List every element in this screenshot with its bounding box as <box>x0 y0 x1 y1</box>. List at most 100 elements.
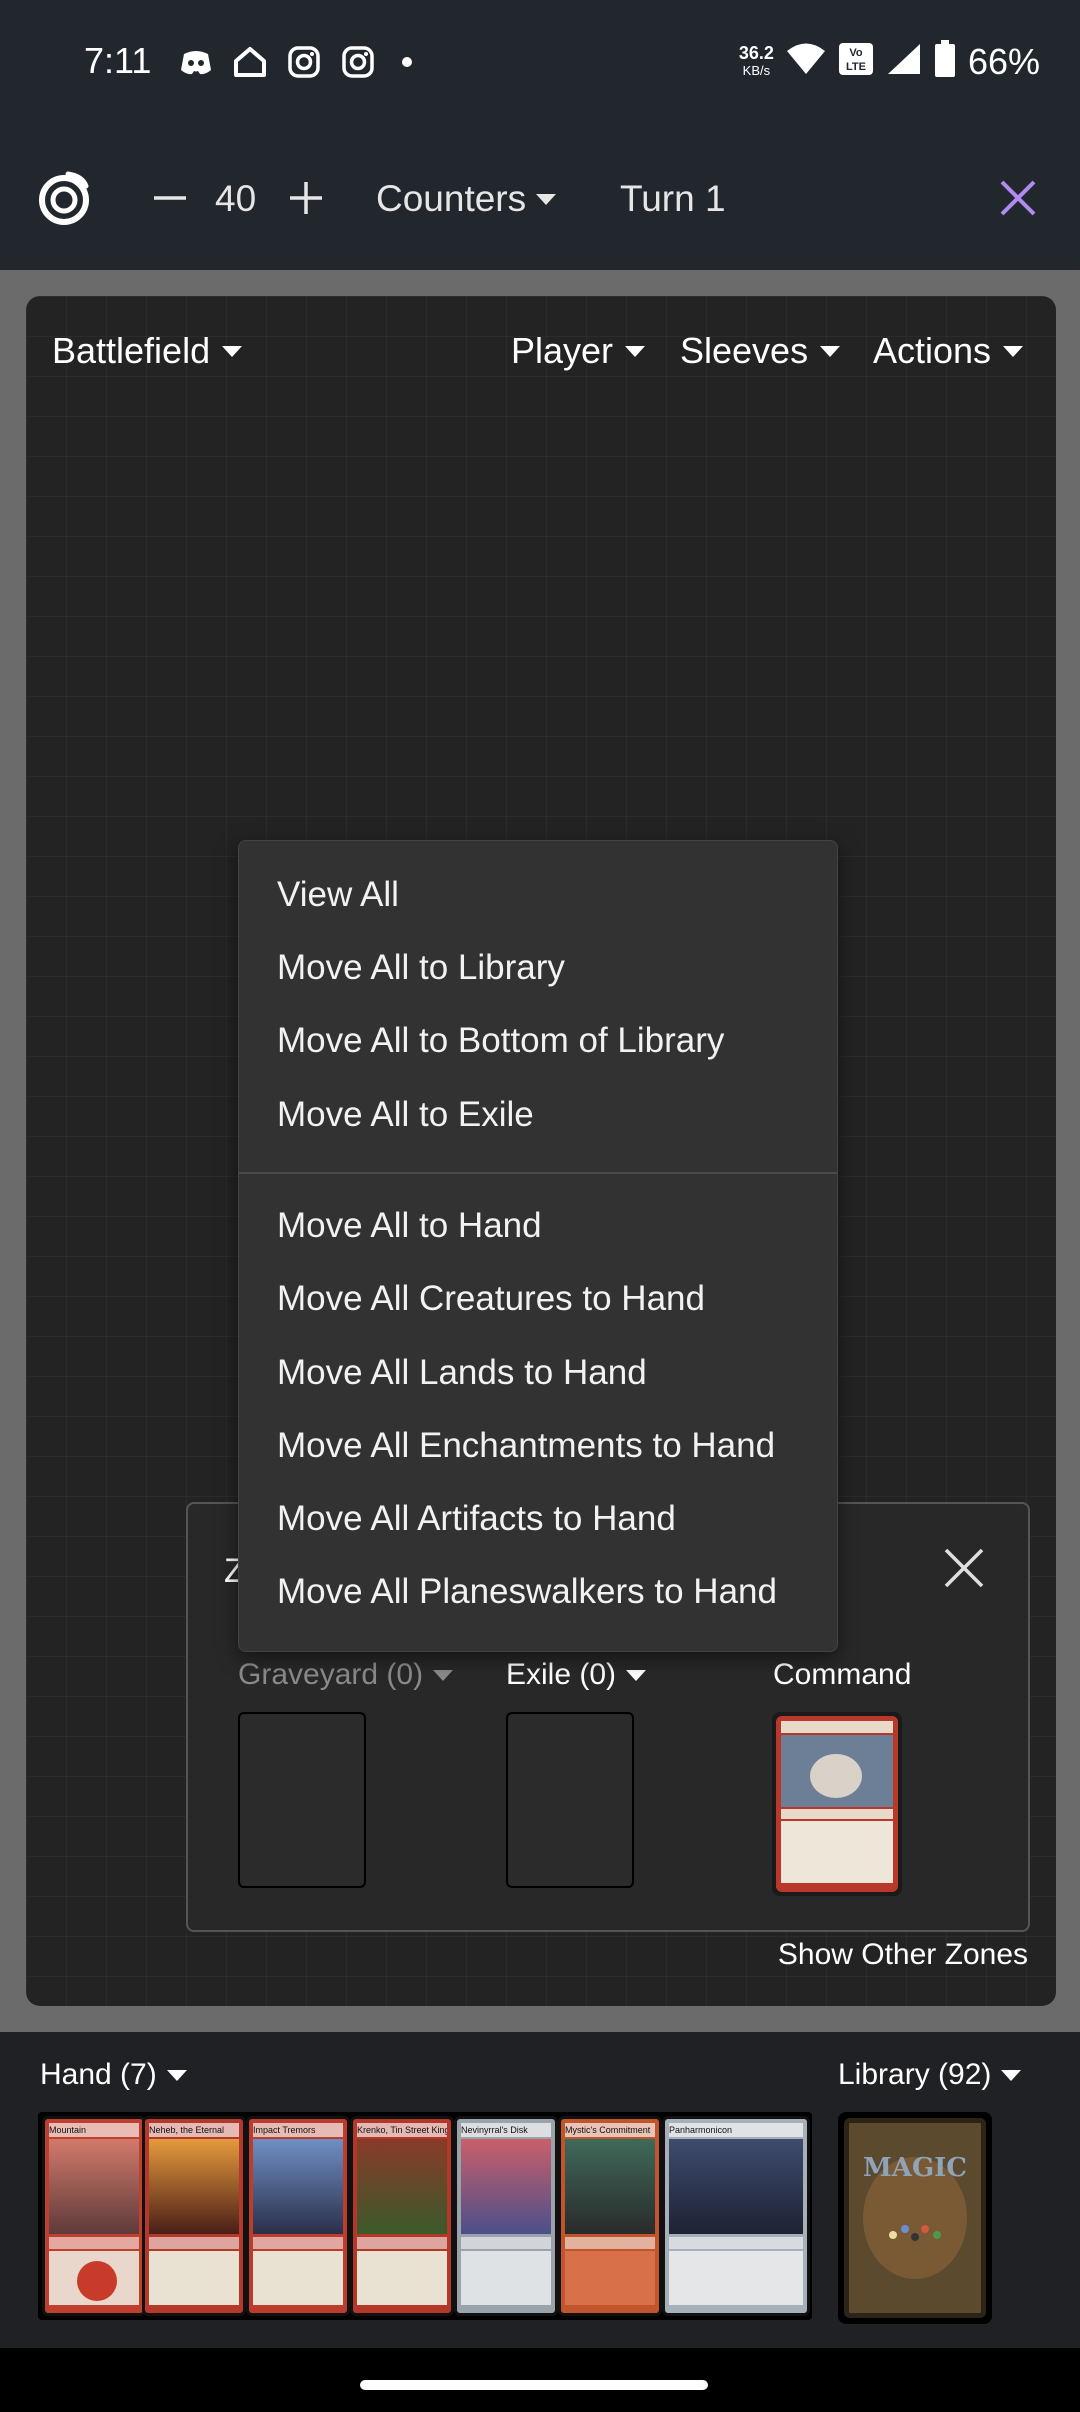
card-name: Mystic's Commitment <box>565 2123 655 2137</box>
card-type-line <box>461 2237 551 2249</box>
home-gesture-handle[interactable] <box>360 2380 708 2390</box>
show-other-zones-link[interactable]: Show Other Zones <box>778 1938 1028 1972</box>
menu-item-move-all-to-bottom-of-library[interactable]: Move All to Bottom of Library <box>277 1021 724 1061</box>
life-minus-button[interactable] <box>150 178 190 218</box>
instagram-icon <box>340 44 376 80</box>
card-text-box <box>357 2251 447 2305</box>
chevron-down-icon <box>1003 345 1024 357</box>
chevron-down-icon <box>166 2069 187 2081</box>
actions-label: Actions <box>873 330 992 371</box>
chevron-down-icon <box>536 193 557 205</box>
player-label: Player <box>511 330 614 371</box>
graveyard-slot[interactable] <box>238 1712 366 1888</box>
card-name: Mountain <box>49 2123 139 2137</box>
graveyard-dropdown[interactable]: Graveyard (0) <box>238 1658 454 1692</box>
discord-icon <box>178 44 214 80</box>
life-plus-button[interactable] <box>286 178 326 218</box>
hand-card[interactable]: Nevinyrral's Disk <box>454 2116 558 2316</box>
more-notifications-dot <box>402 57 412 67</box>
chevron-down-icon <box>820 345 841 357</box>
battery-icon <box>934 40 956 83</box>
svg-text:Vo: Vo <box>849 47 863 59</box>
close-game-button[interactable] <box>996 176 1040 220</box>
card-name: Panharmonicon <box>669 2123 803 2137</box>
hand-card[interactable]: Neheb, the Eternal <box>142 2116 246 2316</box>
card-art <box>49 2139 139 2234</box>
menu-item-move-all-to-exile[interactable]: Move All to Exile <box>277 1095 534 1135</box>
menu-item-move-all-enchantments-to-hand[interactable]: Move All Enchantments to Hand <box>277 1426 775 1466</box>
menu-item-move-all-to-library[interactable]: Move All to Library <box>277 948 565 988</box>
card-name: Impact Tremors <box>253 2123 343 2137</box>
sleeves-dropdown[interactable]: Sleeves <box>680 330 841 372</box>
network-speed: 36.2 KB/s <box>739 44 774 80</box>
card-type-line <box>253 2237 343 2249</box>
card-text-box <box>149 2251 239 2305</box>
life-total: 40 <box>215 178 257 219</box>
game-toolbar: 40 Counters Turn 1 <box>0 126 1080 270</box>
hand-card[interactable]: Krenko, Tin Street Kingpin <box>350 2116 454 2316</box>
menu-divider <box>239 1172 837 1174</box>
battlefield-dropdown[interactable]: Battlefield <box>52 330 243 372</box>
chevron-down-icon <box>626 1669 647 1681</box>
library-pile[interactable]: MAGIC <box>838 2112 992 2324</box>
hand-label: Hand (7) <box>40 2058 157 2091</box>
card-type-line <box>149 2237 239 2249</box>
card-text-box <box>565 2251 655 2305</box>
system-icons: 36.2 KB/s Vo LTE 66% <box>739 40 1040 83</box>
exile-label: Exile (0) <box>506 1658 617 1691</box>
network-speed-unit: KB/s <box>742 62 771 78</box>
menu-item-move-all-lands-to-hand[interactable]: Move All Lands to Hand <box>277 1353 647 1393</box>
chevron-down-icon <box>625 345 646 357</box>
svg-text:LTE: LTE <box>846 61 866 73</box>
instagram-icon <box>286 44 322 80</box>
card-text-box <box>49 2251 139 2305</box>
home-icon <box>232 44 268 80</box>
card-back: MAGIC <box>844 2118 986 2318</box>
library-label: Library (92) <box>838 2058 992 2091</box>
card-text-box <box>461 2251 551 2305</box>
counters-label: Counters <box>376 178 527 219</box>
volte-icon: Vo LTE <box>838 42 874 81</box>
chevron-down-icon <box>1001 2069 1022 2081</box>
hand-card[interactable]: Impact Tremors <box>246 2116 350 2316</box>
menu-item-move-all-artifacts-to-hand[interactable]: Move All Artifacts to Hand <box>277 1499 676 1539</box>
exile-dropdown[interactable]: Exile (0) <box>506 1658 647 1692</box>
network-speed-value: 36.2 <box>738 42 774 63</box>
card-back-logo: MAGIC <box>862 2153 967 2183</box>
menu-item-move-all-creatures-to-hand[interactable]: Move All Creatures to Hand <box>277 1279 705 1319</box>
actions-dropdown[interactable]: Actions <box>873 330 1024 372</box>
command-card[interactable] <box>772 1712 902 1896</box>
card-name: Neheb, the Eternal <box>149 2123 239 2137</box>
battery-percent: 66% <box>967 40 1040 82</box>
turn-label: Turn 1 <box>620 178 726 219</box>
menu-item-move-all-planeswalkers-to-hand[interactable]: Move All Planeswalkers to Hand <box>277 1572 777 1612</box>
zones-close-button[interactable] <box>942 1546 986 1590</box>
counters-dropdown[interactable]: Counters <box>376 178 557 220</box>
card-text-box <box>253 2251 343 2305</box>
signal-icon <box>886 42 922 81</box>
status-time: 7:11 <box>84 40 152 81</box>
actions-menu: View All Move All to Library Move All to… <box>238 840 838 1652</box>
hand-card[interactable]: Panharmonicon <box>662 2116 810 2316</box>
menu-item-view-all[interactable]: View All <box>277 875 399 915</box>
hand-cards: Mountain Neheb, the Eternal Impact Tremo… <box>38 2112 812 2320</box>
card-art <box>565 2139 655 2234</box>
hand-card[interactable]: Mountain <box>42 2116 146 2316</box>
card-type-line <box>565 2237 655 2249</box>
player-dropdown[interactable]: Player <box>511 330 646 372</box>
card-text-box <box>669 2251 803 2305</box>
mana-dots-icon <box>885 2223 945 2243</box>
library-dropdown[interactable]: Library (92) <box>838 2058 1022 2092</box>
notification-icons <box>178 44 412 80</box>
wifi-icon <box>786 42 826 81</box>
card-art <box>669 2139 803 2234</box>
menu-item-move-all-to-hand[interactable]: Move All to Hand <box>277 1206 542 1246</box>
hand-card[interactable]: Mystic's Commitment <box>558 2116 662 2316</box>
turn-button[interactable]: Turn 1 <box>620 178 726 220</box>
command-zone-label: Command <box>773 1658 911 1692</box>
card-art <box>357 2139 447 2234</box>
exile-slot[interactable] <box>506 1712 634 1888</box>
app-logo-icon[interactable] <box>36 170 92 226</box>
chevron-down-icon <box>433 1669 454 1681</box>
hand-dropdown[interactable]: Hand (7) <box>40 2058 187 2092</box>
